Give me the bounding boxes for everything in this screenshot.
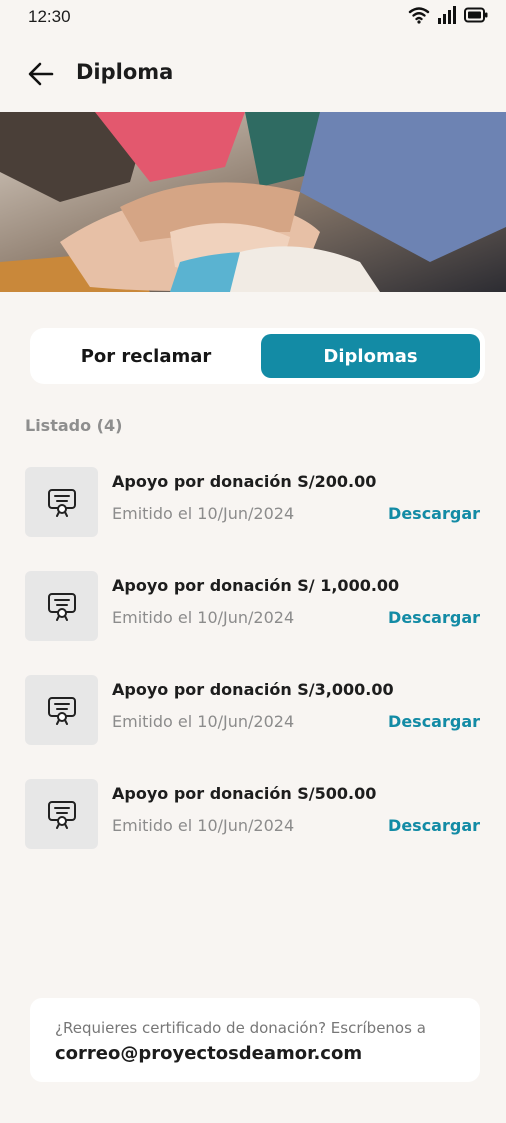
back-button[interactable] (26, 60, 56, 88)
arrow-left-icon (28, 62, 54, 86)
certificate-icon (47, 593, 76, 621)
item-thumbnail (25, 571, 98, 641)
item-title: Apoyo por donación S/ 1,000.00 (112, 576, 400, 595)
wifi-icon (408, 7, 430, 24)
list-item: Apoyo por donación S/500.00 Emitido el 1… (25, 779, 485, 851)
download-button[interactable]: Descargar (388, 816, 480, 835)
page-title: Diploma (76, 60, 174, 84)
item-title: Apoyo por donación S/200.00 (112, 472, 377, 491)
item-title: Apoyo por donación S/3,000.00 (112, 680, 394, 699)
certificate-icon (47, 801, 76, 829)
item-date: Emitido el 10/Jun/2024 (112, 816, 295, 835)
status-bar: 12:30 (0, 0, 506, 36)
download-button[interactable]: Descargar (388, 608, 480, 627)
item-thumbnail (25, 675, 98, 745)
footer-question: ¿Requieres certificado de donación? Escr… (55, 1019, 426, 1037)
list-item: Apoyo por donación S/200.00 Emitido el 1… (25, 467, 485, 539)
list-item: Apoyo por donación S/ 1,000.00 Emitido e… (25, 571, 485, 643)
battery-icon (464, 7, 488, 23)
item-date: Emitido el 10/Jun/2024 (112, 608, 295, 627)
download-button[interactable]: Descargar (388, 504, 480, 523)
app-header: Diploma (0, 48, 506, 100)
hero-image (0, 112, 506, 292)
tab-por-reclamar[interactable]: Por reclamar (36, 334, 256, 378)
item-thumbnail (25, 467, 98, 537)
tab-diplomas[interactable]: Diplomas (261, 334, 480, 378)
item-thumbnail (25, 779, 98, 849)
signal-icon (438, 6, 456, 24)
status-time: 12:30 (28, 7, 71, 26)
status-icons (408, 6, 488, 24)
certificate-icon (47, 697, 76, 725)
certificate-icon (47, 489, 76, 517)
item-date: Emitido el 10/Jun/2024 (112, 504, 295, 523)
tab-switcher: Por reclamar Diplomas (30, 328, 485, 384)
contact-email-link[interactable]: correo@proyectosdeamor.com (55, 1043, 362, 1064)
download-button[interactable]: Descargar (388, 712, 480, 731)
item-title: Apoyo por donación S/500.00 (112, 784, 377, 803)
item-date: Emitido el 10/Jun/2024 (112, 712, 295, 731)
list-title: Listado (4) (25, 416, 123, 435)
footer-contact-card: ¿Requieres certificado de donación? Escr… (30, 998, 480, 1082)
list-item: Apoyo por donación S/3,000.00 Emitido el… (25, 675, 485, 747)
